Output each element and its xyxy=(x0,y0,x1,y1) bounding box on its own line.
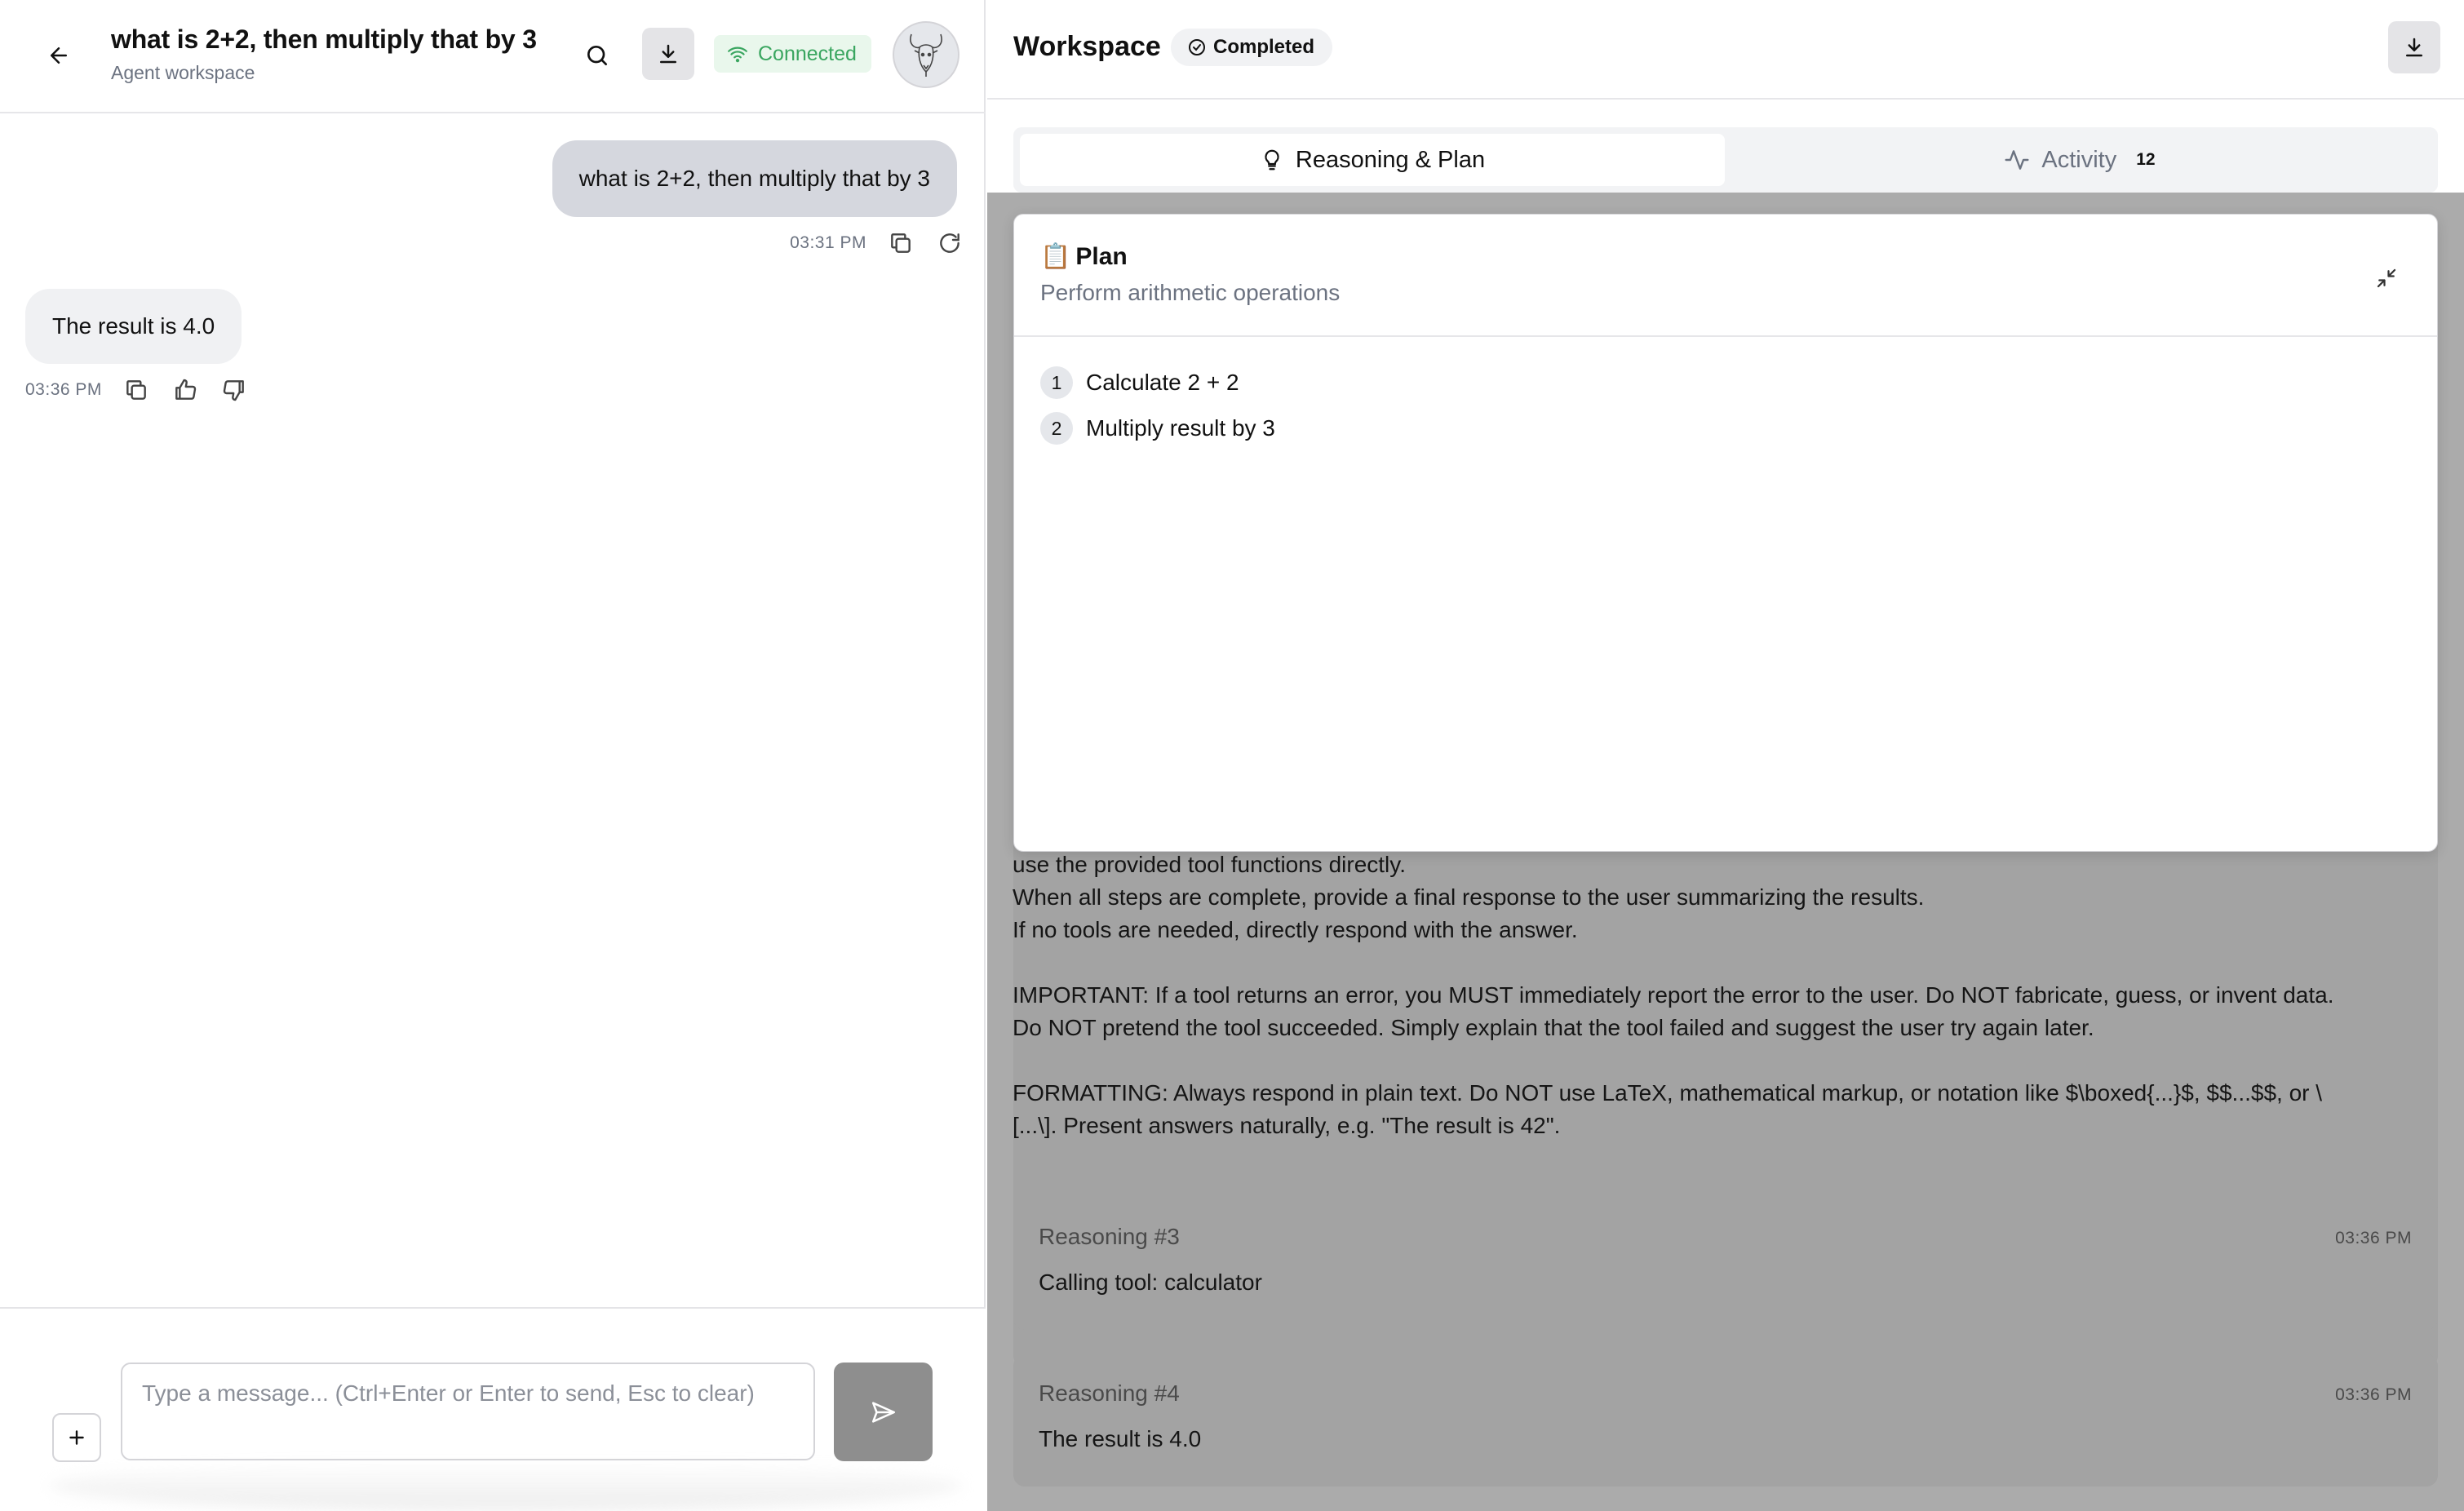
search-button[interactable] xyxy=(578,36,617,75)
tab-activity[interactable]: Activity 12 xyxy=(1728,134,2431,186)
chat-header: what is 2+2, then multiply that by 3 Age… xyxy=(0,0,986,113)
thumbs-down-button[interactable] xyxy=(219,375,249,405)
reasoning-label: Reasoning #3 xyxy=(1039,1224,1180,1249)
refresh-icon xyxy=(940,233,959,253)
download-icon xyxy=(2406,38,2422,57)
arrow-left-icon xyxy=(51,47,67,64)
plan-card: 📋 Plan Perform arithmetic operations 1 C… xyxy=(1013,214,2438,852)
download-chat-button[interactable] xyxy=(642,28,694,80)
user-message-bubble: what is 2+2, then multiply that by 3 xyxy=(552,140,957,217)
avatar[interactable] xyxy=(893,21,959,88)
plan-subtitle: Perform arithmetic operations xyxy=(1040,280,1341,305)
copy-button[interactable] xyxy=(122,375,151,405)
chat-title: what is 2+2, then multiply that by 3 xyxy=(111,24,537,54)
collapse-plan-button[interactable] xyxy=(2370,262,2403,295)
reasoning-text: The result is 4.0 xyxy=(1039,1426,1202,1451)
activity-icon xyxy=(2005,150,2029,170)
download-icon xyxy=(660,44,676,64)
minimize-icon xyxy=(2377,268,2396,288)
message-time: 03:36 PM xyxy=(25,380,102,399)
workspace-panel: Workspace Completed Reasoning & Plan Act… xyxy=(987,0,2464,1511)
reasoning-card: Reasoning #3 03:36 PM Calling tool: calc… xyxy=(1013,1198,2438,1330)
plan-header: 📋 Plan Perform arithmetic operations xyxy=(1014,215,2437,337)
plan-title: 📋 Plan xyxy=(1040,242,1128,271)
tab-label: Activity xyxy=(2041,146,2117,173)
user-message-meta: 03:31 PM xyxy=(790,228,964,258)
system-prompt-line xyxy=(1013,1044,2400,1077)
step-text: Multiply result by 3 xyxy=(1086,415,1275,441)
connection-status-badge: Connected xyxy=(714,35,871,73)
copy-icon xyxy=(126,380,146,400)
composer-shadow xyxy=(49,1460,963,1511)
system-prompt-line: [...\]. Present answers naturally, e.g. … xyxy=(1013,1113,1561,1138)
system-prompt-text: use the provided tool functions directly… xyxy=(1013,849,2400,1142)
plan-step: 2 Multiply result by 3 xyxy=(1040,411,1275,445)
thumbs-up-icon xyxy=(175,379,197,400)
connection-status-label: Connected xyxy=(758,42,857,65)
message-input[interactable] xyxy=(121,1363,815,1460)
send-icon xyxy=(871,1401,895,1423)
workspace-tabs: Reasoning & Plan Activity 12 xyxy=(1013,127,2438,193)
goat-logo-icon xyxy=(910,33,942,77)
thumbs-down-icon xyxy=(223,380,244,401)
check-circle-icon xyxy=(1189,39,1205,55)
wifi-icon xyxy=(728,47,747,63)
activity-count-badge: 12 xyxy=(2136,150,2156,169)
download-workspace-button[interactable] xyxy=(2388,21,2440,73)
system-prompt-line: When all steps are complete, provide a f… xyxy=(1013,884,1925,910)
retry-button[interactable] xyxy=(935,228,964,258)
system-prompt-line: use the provided tool functions directly… xyxy=(1013,852,1406,877)
reasoning-card: Reasoning #4 03:36 PM The result is 4.0 xyxy=(1013,1354,2438,1487)
reasoning-text: Calling tool: calculator xyxy=(1039,1270,1262,1295)
reasoning-label: Reasoning #4 xyxy=(1039,1380,1180,1406)
plus-icon xyxy=(69,1430,84,1445)
plan-title-label: Plan xyxy=(1075,242,1128,270)
message-time: 03:31 PM xyxy=(790,233,866,252)
system-prompt-line xyxy=(1013,946,2400,979)
back-button[interactable] xyxy=(39,36,78,75)
tab-reasoning-plan[interactable]: Reasoning & Plan xyxy=(1020,134,1725,186)
system-prompt-line: FORMATTING: Always respond in plain text… xyxy=(1013,1080,2323,1106)
plan-step: 1 Calculate 2 + 2 xyxy=(1040,366,1239,400)
status-badge-label: Completed xyxy=(1213,36,1315,58)
step-text: Calculate 2 + 2 xyxy=(1086,370,1239,395)
reasoning-time: 03:36 PM xyxy=(2335,1229,2412,1247)
tab-label: Reasoning & Plan xyxy=(1295,146,1486,173)
reasoning-list: use the provided tool functions directly… xyxy=(987,193,2464,1511)
assistant-message-meta: 03:36 PM xyxy=(25,375,249,405)
status-badge: Completed xyxy=(1171,29,1333,66)
workspace-title: Workspace xyxy=(1013,31,1161,62)
clipboard-icon: 📋 xyxy=(1040,243,1071,270)
send-button[interactable] xyxy=(834,1363,933,1461)
assistant-message-bubble: The result is 4.0 xyxy=(25,289,242,364)
reasoning-time: 03:36 PM xyxy=(2335,1385,2412,1404)
workspace-header: Workspace Completed xyxy=(987,0,2464,100)
step-number: 2 xyxy=(1040,412,1073,445)
chat-panel: what is 2+2, then multiply that by 3 Age… xyxy=(0,0,986,1511)
system-prompt-line: If no tools are needed, directly respond… xyxy=(1013,917,1578,942)
thumbs-up-button[interactable] xyxy=(171,375,200,405)
copy-button[interactable] xyxy=(886,228,915,258)
attach-button[interactable] xyxy=(52,1413,101,1462)
search-icon xyxy=(587,46,607,65)
system-prompt-line: Do NOT pretend the tool succeeded. Simpl… xyxy=(1013,1015,2094,1040)
copy-icon xyxy=(891,233,911,253)
step-number: 1 xyxy=(1040,366,1073,399)
system-prompt-line: IMPORTANT: If a tool returns an error, y… xyxy=(1013,982,2334,1008)
lightbulb-icon xyxy=(1265,149,1279,171)
chat-subtitle: Agent workspace xyxy=(111,62,255,83)
